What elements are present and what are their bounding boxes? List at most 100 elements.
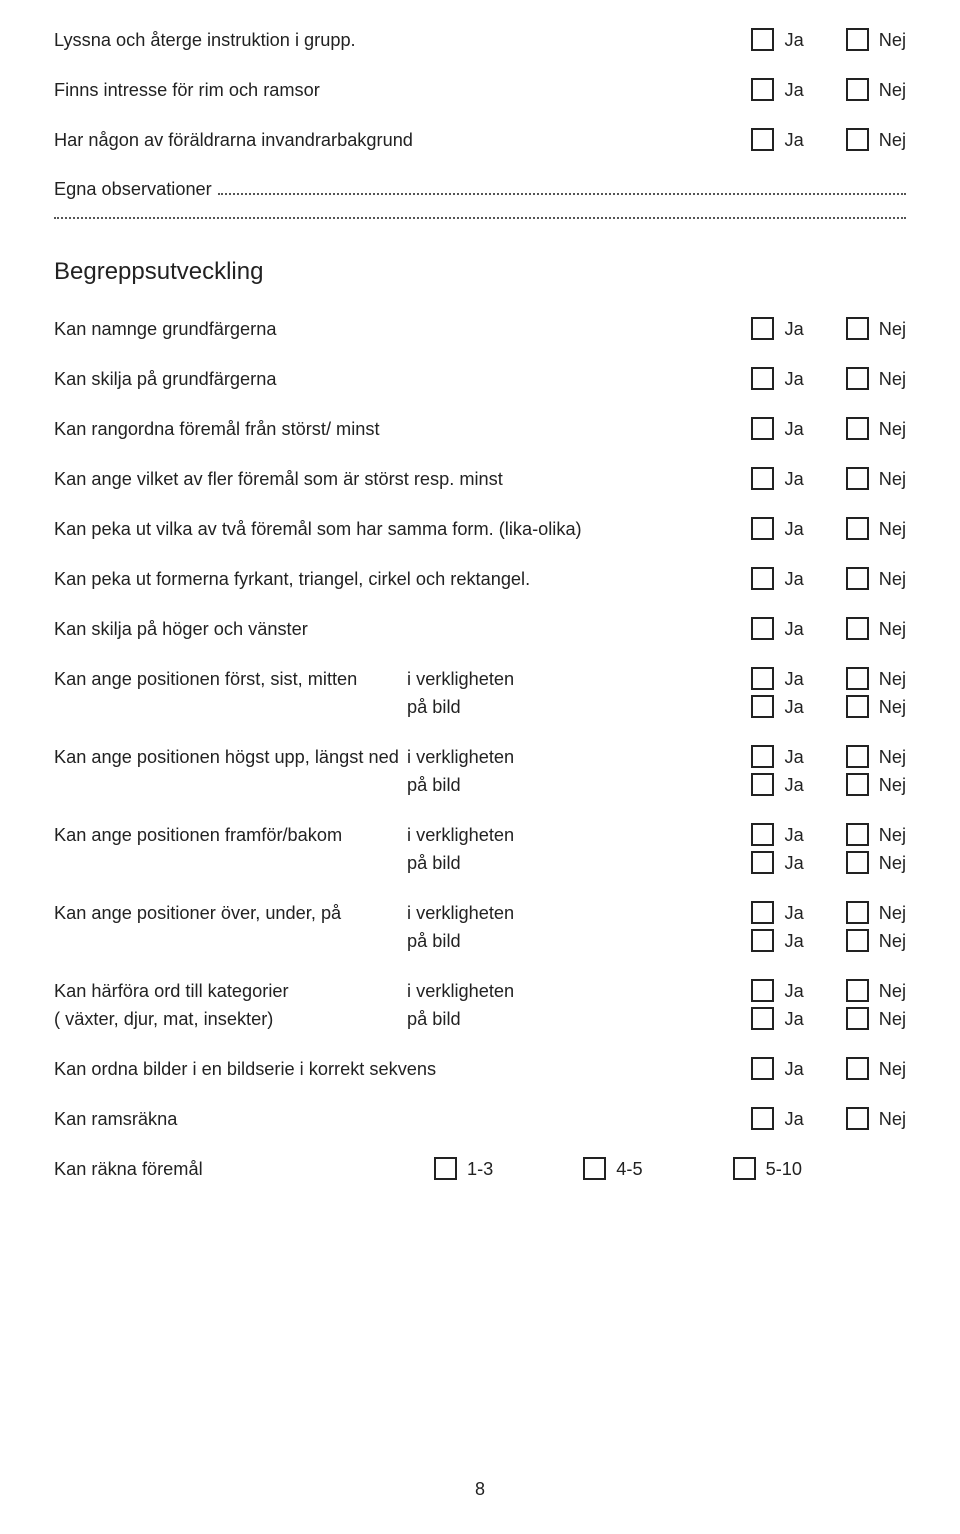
question-note (54, 930, 399, 953)
checkbox-yes[interactable] (751, 929, 774, 952)
checkbox-no[interactable] (846, 28, 869, 51)
question-main: Kan ange positionen högst upp, längst ne… (54, 746, 399, 769)
question-pair-1-line1: Kan ange positionen högst upp, längst ne… (54, 745, 906, 769)
checkbox-no[interactable] (846, 517, 869, 540)
no-option: Nej (846, 517, 906, 541)
yes-option: Ja (751, 979, 803, 1003)
checkbox-yes[interactable] (751, 823, 774, 846)
checkbox-no[interactable] (846, 617, 869, 640)
checkbox-yes[interactable] (751, 1107, 774, 1130)
yes-label: Ja (784, 824, 803, 847)
question-text: Lyssna och återge instruktion i grupp. (54, 29, 356, 52)
yes-label: Ja (784, 318, 803, 341)
question-pair-0-line2: på bild Ja Nej (54, 695, 906, 719)
yes-option: Ja (751, 929, 803, 953)
checkbox-yes[interactable] (751, 901, 774, 924)
yes-option: Ja (751, 467, 803, 491)
checkbox-yes[interactable] (751, 617, 774, 640)
checkbox-yes[interactable] (751, 128, 774, 151)
no-option: Nej (846, 567, 906, 591)
question-pair-3-line2: på bild Ja Nej (54, 929, 906, 953)
checkbox-no[interactable] (846, 929, 869, 952)
question-row-mid-0: Kan namnge grundfärgerna Ja Nej (54, 317, 906, 341)
checkbox-no[interactable] (846, 417, 869, 440)
no-option: Nej (846, 78, 906, 102)
checkbox-no[interactable] (846, 823, 869, 846)
checkbox-yes[interactable] (751, 851, 774, 874)
observations-line-2[interactable] (54, 207, 906, 219)
checkbox-yes[interactable] (751, 467, 774, 490)
question-text: Kan namnge grundfärgerna (54, 318, 276, 341)
checkbox-yes[interactable] (751, 567, 774, 590)
checkbox-yes[interactable] (751, 317, 774, 340)
checkbox-yes[interactable] (751, 667, 774, 690)
checkbox-no[interactable] (846, 667, 869, 690)
checkbox-yes[interactable] (751, 78, 774, 101)
checkbox-yes[interactable] (751, 367, 774, 390)
yes-label: Ja (784, 668, 803, 691)
yes-option: Ja (751, 28, 803, 52)
no-option: Nej (846, 745, 906, 769)
question-note: ( växter, djur, mat, insekter) (54, 1008, 399, 1031)
checkbox-no[interactable] (846, 773, 869, 796)
no-label: Nej (879, 318, 906, 341)
no-option: Nej (846, 773, 906, 797)
yes-label: Ja (784, 79, 803, 102)
checkbox-yes[interactable] (751, 28, 774, 51)
checkbox-count[interactable] (434, 1157, 457, 1180)
no-label: Nej (879, 774, 906, 797)
yes-label: Ja (784, 368, 803, 391)
yes-option: Ja (751, 417, 803, 441)
no-option: Nej (846, 1007, 906, 1031)
no-option: Nej (846, 28, 906, 52)
question-row-tail-1: Kan ramsräkna Ja Nej (54, 1107, 906, 1131)
checkbox-yes[interactable] (751, 979, 774, 1002)
checkbox-count[interactable] (733, 1157, 756, 1180)
question-pair-0-line1: Kan ange positionen först, sist, mitten … (54, 667, 906, 691)
checkbox-no[interactable] (846, 745, 869, 768)
yes-option: Ja (751, 1057, 803, 1081)
no-label: Nej (879, 824, 906, 847)
checkbox-count[interactable] (583, 1157, 606, 1180)
checkbox-yes[interactable] (751, 695, 774, 718)
question-pair-2-line2: på bild Ja Nej (54, 851, 906, 875)
question-row-top-0: Lyssna och återge instruktion i grupp. J… (54, 28, 906, 52)
checkbox-no[interactable] (846, 1007, 869, 1030)
question-sub: på bild (399, 774, 624, 797)
checkbox-yes[interactable] (751, 745, 774, 768)
checkbox-no[interactable] (846, 317, 869, 340)
checkbox-no[interactable] (846, 467, 869, 490)
checkbox-no[interactable] (846, 1107, 869, 1130)
count-option-2: 5-10 (733, 1157, 802, 1181)
no-option: Nej (846, 128, 906, 152)
checkbox-no[interactable] (846, 695, 869, 718)
question-sub: på bild (399, 852, 624, 875)
no-label: Nej (879, 696, 906, 719)
checkbox-no[interactable] (846, 901, 869, 924)
question-main: Kan ange positioner över, under, på (54, 902, 399, 925)
checkbox-yes[interactable] (751, 1007, 774, 1030)
checkbox-no[interactable] (846, 128, 869, 151)
checkbox-no[interactable] (846, 979, 869, 1002)
checkbox-no[interactable] (846, 567, 869, 590)
yes-label: Ja (784, 418, 803, 441)
checkbox-no[interactable] (846, 78, 869, 101)
checkbox-yes[interactable] (751, 417, 774, 440)
question-note (54, 696, 399, 719)
yes-label: Ja (784, 1058, 803, 1081)
yes-label: Ja (784, 29, 803, 52)
question-row-mid-5: Kan peka ut formerna fyrkant, triangel, … (54, 567, 906, 591)
no-label: Nej (879, 1008, 906, 1031)
question-text: Har någon av föräldrarna invandrarbakgru… (54, 129, 413, 152)
count-option-1: 4-5 (583, 1157, 642, 1181)
checkbox-no[interactable] (846, 851, 869, 874)
yes-option: Ja (751, 367, 803, 391)
checkbox-yes[interactable] (751, 517, 774, 540)
no-label: Nej (879, 902, 906, 925)
section-title: Begreppsutveckling (54, 257, 906, 287)
checkbox-no[interactable] (846, 1057, 869, 1080)
checkbox-yes[interactable] (751, 1057, 774, 1080)
checkbox-no[interactable] (846, 367, 869, 390)
observations-line-1[interactable] (218, 183, 906, 195)
checkbox-yes[interactable] (751, 773, 774, 796)
